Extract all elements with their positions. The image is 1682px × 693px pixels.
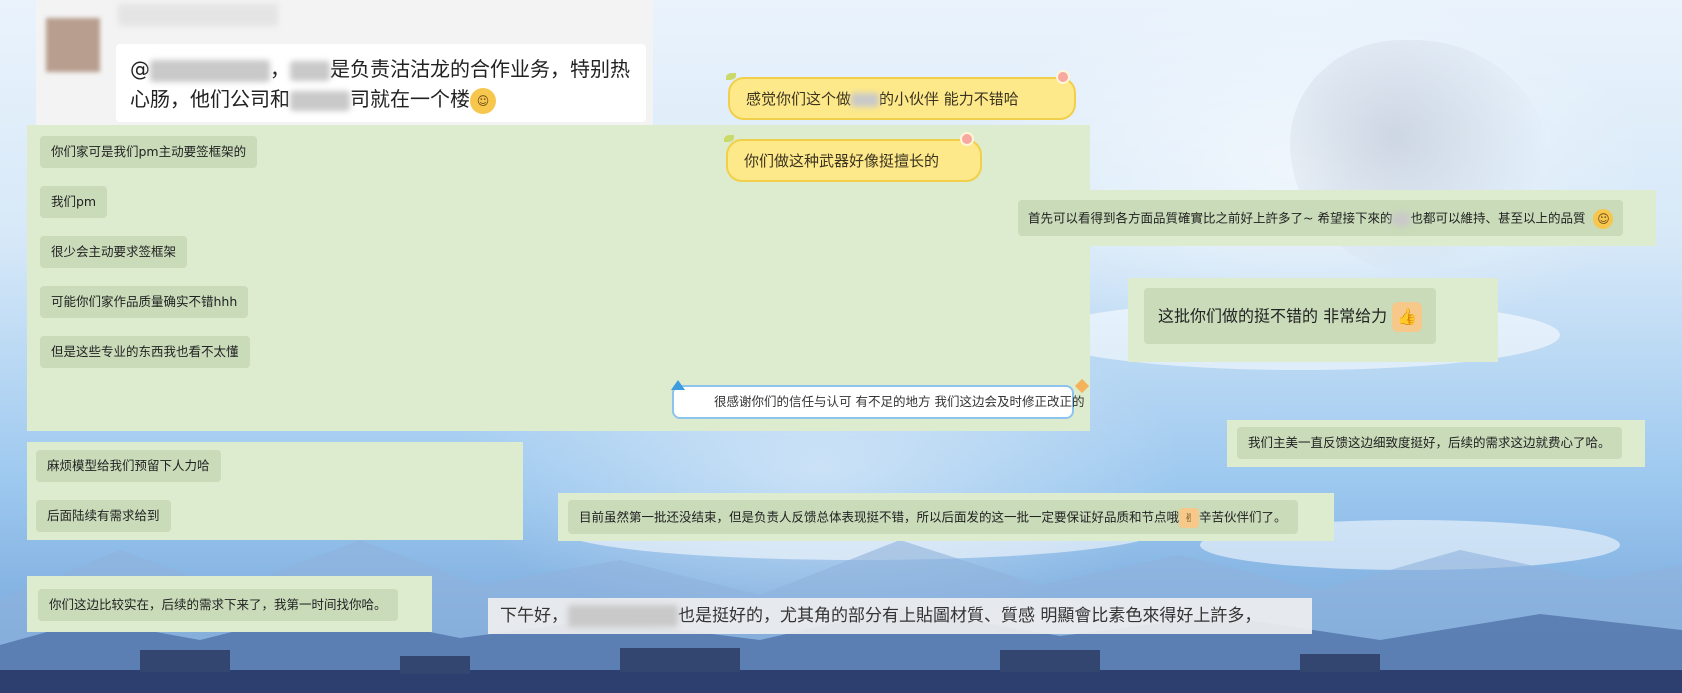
- chat-bubble: 感觉你们这个做 的小伙伴 能力不错哈: [728, 77, 1076, 120]
- flower-decoration: [1056, 70, 1070, 84]
- message-text: 首先可以看得到各方面品質確實比之前好上許多了~ 希望接下來的: [1028, 210, 1393, 226]
- chat-pane-praise: 这批你们做的挺不错的 非常给力 👍: [1128, 278, 1498, 362]
- message-text: @: [130, 57, 150, 81]
- caption-strip: 下午好， 也是挺好的，尤其角的部分有上貼圖材質、質感 明顯會比素色來得好上許多，: [488, 598, 1312, 634]
- chat-pane-yellow: 感觉你们这个做 的小伙伴 能力不错哈 你们做这种武器好像挺擅长的: [718, 67, 1082, 187]
- redacted-name: [290, 60, 330, 81]
- message-text: 目前虽然第一批还没结束，但是负责人反馈总体表现挺不错，所以后面发的这一批一定要保…: [579, 509, 1180, 525]
- reply-bubble: 很感谢你们的信任与认可 有不足的地方 我们这边会及时修正改正的: [672, 385, 1084, 419]
- chat-pane-quality: 首先可以看得到各方面品質確實比之前好上許多了~ 希望接下來的 也都可以維持、甚至以…: [1007, 190, 1656, 246]
- flower-decoration: [960, 132, 974, 146]
- collage-canvas: @，是负责沽沽龙的合作业务，特别热心肠，他们公司和 司就在一个楼 ☺ 你们家可是我们…: [0, 0, 1682, 693]
- reply-text: 很感谢你们的信任与认可 有不足的地方 我们这边会及时修正改正的: [714, 394, 1085, 409]
- thumbs-up-emoji: 👍: [1392, 302, 1423, 332]
- avatar[interactable]: [46, 18, 100, 72]
- chat-bubble: 你们做这种武器好像挺擅长的: [726, 139, 982, 182]
- message-text: 这批你们做的挺不错的 非常给力: [1158, 306, 1388, 326]
- chat-bubble: 你们家可是我们pm主动要签框架的: [40, 136, 258, 168]
- grin-emoji: ☺: [470, 87, 496, 114]
- chat-pane-solid: 你们这边比较实在，后续的需求下来了，我第一时间找你哈。: [27, 576, 432, 632]
- chat-bubble: 首先可以看得到各方面品質確實比之前好上許多了~ 希望接下來的 也都可以維持、甚至以…: [1018, 200, 1624, 236]
- pin-icon: [671, 380, 685, 390]
- message-text: 的小伙伴 能力不错哈: [879, 90, 1019, 108]
- chat-bubble: 麻烦模型给我们预留下人力哈: [36, 450, 221, 482]
- message-text: ，: [270, 57, 290, 81]
- message-text: 辛苦伙伴们了。: [1199, 509, 1287, 525]
- chat-bubble: 你们这边比较实在，后续的需求下来了，我第一时间找你哈。: [38, 589, 398, 621]
- message-text: 司就在一个楼: [350, 87, 470, 111]
- redacted-name: [568, 605, 678, 627]
- redacted-text: [851, 92, 880, 107]
- redacted-name: [150, 59, 270, 82]
- chat-bubble: 我们pm: [40, 186, 108, 218]
- sender-name-redacted: [118, 4, 278, 26]
- smile-emoji: ☺: [1593, 209, 1614, 229]
- chat-bubble: 但是这些专业的东西我也看不太懂: [40, 336, 250, 368]
- chat-pane-model: 麻烦模型给我们预留下人力哈 后面陆续有需求给到: [27, 442, 523, 540]
- chat-bubble: 我们主美一直反馈这边细致度挺好，后续的需求这边就费心了哈。: [1237, 427, 1622, 459]
- redacted-company: [290, 90, 350, 111]
- message-bubble: @，是负责沽沽龙的合作业务，特别热心肠，他们公司和 司就在一个楼 ☺: [116, 44, 646, 122]
- caption-text: 也是挺好的，尤其角的部分有上貼圖材質、質感 明顯會比素色來得好上許多，: [678, 606, 1262, 626]
- chat-bubble: 目前虽然第一批还没结束，但是负责人反馈总体表现挺不错，所以后面发的这一批一定要保…: [568, 500, 1298, 534]
- redacted-text: [1392, 212, 1411, 226]
- message-text: 感觉你们这个做: [746, 90, 852, 108]
- chat-bubble: 很少会主动要求签框架: [40, 236, 188, 268]
- message-text: 也都可以維持、甚至以上的品質: [1410, 210, 1586, 226]
- chat-pane-feedback: 我们主美一直反馈这边细致度挺好，后续的需求这边就费心了哈。: [1227, 420, 1645, 467]
- chat-bubble: 后面陆续有需求给到: [36, 500, 171, 532]
- snippet-mention-message: @，是负责沽沽龙的合作业务，特别热心肠，他们公司和 司就在一个楼 ☺: [36, 0, 653, 125]
- chat-pane-batch: 目前虽然第一批还没结束，但是负责人反馈总体表现挺不错，所以后面发的这一批一定要保…: [558, 493, 1334, 541]
- chat-bubble: 可能你们家作品质量确实不错hhh: [40, 286, 249, 318]
- ok-hand-emoji: ✌: [1179, 508, 1200, 528]
- caption-text: 下午好，: [500, 606, 568, 626]
- chat-bubble: 这批你们做的挺不错的 非常给力 👍: [1144, 288, 1437, 344]
